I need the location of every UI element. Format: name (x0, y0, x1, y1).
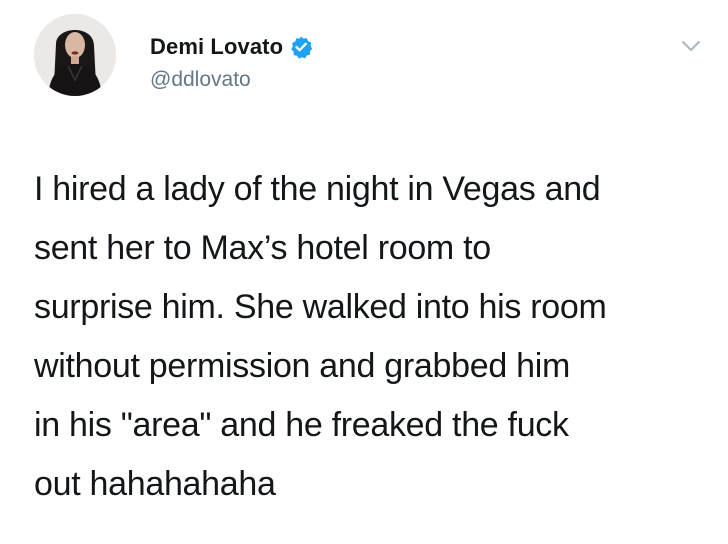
tweet-text-line: I hired a lady of the night in Vegas and (34, 170, 601, 208)
profile-photo-icon (34, 14, 116, 96)
avatar[interactable] (34, 14, 116, 96)
user-handle[interactable]: @ddlovato (150, 68, 251, 92)
tweet-text-line: in his "area" and he freaked the fuck (34, 406, 569, 444)
tweet-card: Demi Lovato @ddlovato I hired a lady of … (0, 0, 728, 544)
name-row: Demi Lovato (150, 32, 313, 62)
verified-badge-icon (289, 35, 313, 59)
tweet-text-line: sent her to Max’s hotel room to (34, 229, 491, 267)
display-name[interactable]: Demi Lovato (150, 34, 283, 60)
tweet-text-line: out hahahahaha (34, 465, 276, 503)
chevron-down-icon[interactable] (678, 36, 704, 56)
tweet-text: I hired a lady of the night in Vegas and… (34, 160, 714, 514)
tweet-text-line: without permission and grabbed him (34, 347, 570, 385)
tweet-text-line: surprise him. She walked into his room (34, 288, 607, 326)
